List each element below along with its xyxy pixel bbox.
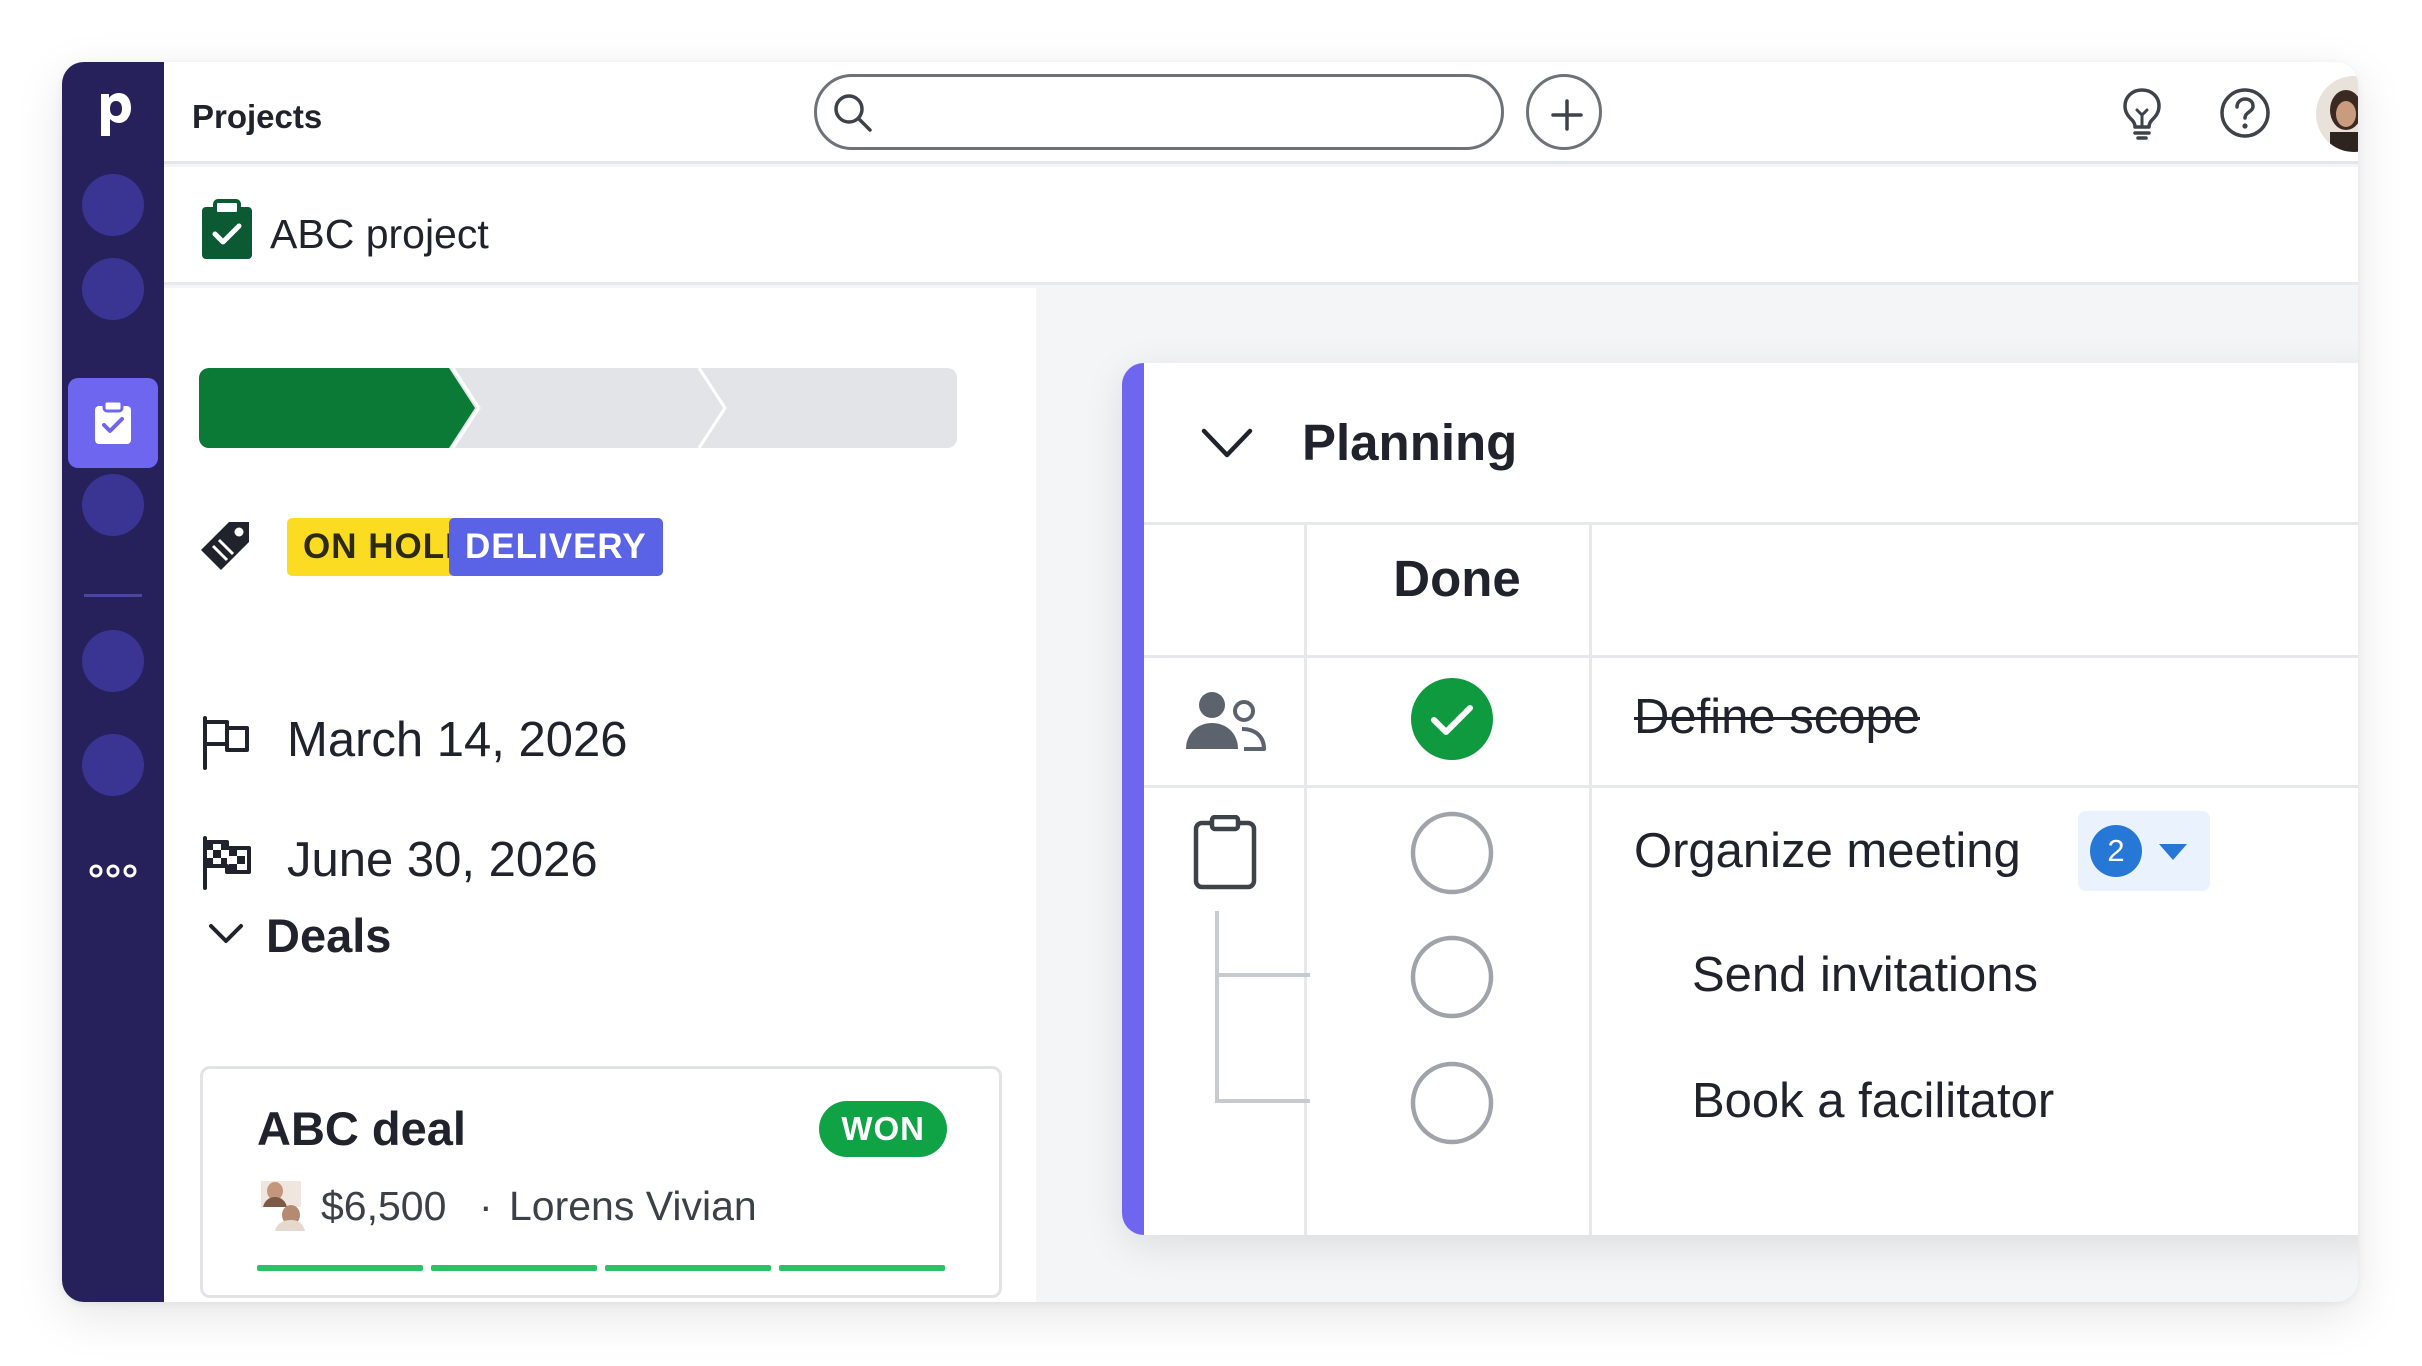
- end-date[interactable]: June 30, 2026: [287, 832, 598, 888]
- nav-item-1[interactable]: [82, 174, 144, 236]
- sidebar-divider: [84, 594, 142, 597]
- ellipsis-icon[interactable]: [88, 864, 138, 878]
- task-title[interactable]: Define scope: [1634, 689, 1920, 745]
- deal-status-badge: WON: [819, 1101, 947, 1157]
- deal-meta-separator: ·: [479, 1183, 493, 1229]
- project-details-panel: ON HOLD DELIVERY March 14, 2026 June 30,…: [164, 288, 1036, 1302]
- start-date[interactable]: March 14, 2026: [287, 712, 628, 768]
- pipeline-segment: [605, 1265, 771, 1271]
- task-title[interactable]: Organize meeting: [1634, 823, 2021, 879]
- stage-chevrons: [199, 368, 957, 448]
- task-checkbox[interactable]: [1410, 811, 1494, 895]
- help-icon[interactable]: [2218, 86, 2272, 140]
- page-title: Projects: [192, 98, 323, 135]
- planning-title: Planning: [1302, 414, 1518, 471]
- plus-icon: [1551, 99, 1583, 131]
- nav-item-6[interactable]: [82, 734, 144, 796]
- avatar-photo: [2316, 76, 2358, 152]
- lightbulb-icon[interactable]: [2120, 86, 2164, 140]
- deals-title: Deals: [266, 909, 392, 962]
- planning-board: Planning Done Define scope Organize meet…: [1122, 363, 2358, 1235]
- project-header: ABC project: [164, 167, 2358, 285]
- task-done-checkbox[interactable]: [1410, 677, 1494, 761]
- deal-pipeline-progress: [257, 1265, 949, 1271]
- column-header-done: Done: [1393, 550, 1521, 607]
- search-input[interactable]: [814, 74, 1504, 150]
- search-icon: [834, 94, 872, 132]
- pipeline-segment: [779, 1265, 945, 1271]
- subtask-tree-connector: [1215, 911, 1310, 1103]
- column-divider: [1589, 525, 1592, 1235]
- sidebar: [62, 62, 164, 1302]
- column-divider: [1304, 525, 1307, 1235]
- chevron-down-icon: [1201, 428, 1253, 458]
- subtask-count-dropdown[interactable]: 2: [2078, 811, 2210, 891]
- deal-card[interactable]: ABC deal WON $6,500 · Lorens Vivian: [200, 1066, 1002, 1298]
- app-window: Projects ABC project ON HOLD DELIVERY Ma…: [62, 62, 2358, 1302]
- add-button[interactable]: [1526, 74, 1602, 150]
- clipboard-check-icon: [95, 400, 131, 444]
- tag-icon: [201, 522, 249, 570]
- planning-header[interactable]: Planning: [1144, 363, 2358, 525]
- subtask-checkbox[interactable]: [1410, 935, 1494, 1019]
- finish-flag-icon: [203, 836, 251, 890]
- row-divider: [1144, 785, 2358, 788]
- project-title: ABC project: [270, 211, 489, 257]
- subtask-checkbox[interactable]: [1410, 1061, 1494, 1145]
- stage-progress-bar[interactable]: [199, 368, 957, 448]
- user-avatar[interactable]: [2316, 76, 2358, 152]
- label-delivery[interactable]: DELIVERY: [449, 518, 663, 576]
- nav-item-5[interactable]: [82, 630, 144, 692]
- deal-name[interactable]: ABC deal: [257, 1101, 466, 1156]
- deal-owner[interactable]: Lorens Vivian: [509, 1183, 757, 1230]
- people-avatars-icon: [261, 1181, 305, 1231]
- row-divider: [1144, 655, 2358, 658]
- subtask-count: 2: [2090, 825, 2142, 877]
- pipeline-segment: [431, 1265, 597, 1271]
- nav-item-2[interactable]: [82, 258, 144, 320]
- pipeline-segment: [257, 1265, 423, 1271]
- deal-amount: $6,500: [321, 1183, 447, 1229]
- pipedrive-logo[interactable]: [93, 88, 133, 136]
- people-icon: [1186, 692, 1266, 751]
- subtask-title[interactable]: Book a facilitator: [1692, 1073, 2054, 1129]
- nav-item-4[interactable]: [82, 474, 144, 536]
- chevron-down-icon: [209, 924, 243, 943]
- project-clipboard-icon: [202, 199, 252, 259]
- top-bar: Projects: [164, 62, 2358, 164]
- subtask-title[interactable]: Send invitations: [1692, 947, 2038, 1003]
- flag-icon: [203, 716, 249, 770]
- caret-down-icon: [2159, 844, 2187, 860]
- clipboard-icon: [1193, 815, 1257, 890]
- nav-item-projects[interactable]: [68, 378, 158, 468]
